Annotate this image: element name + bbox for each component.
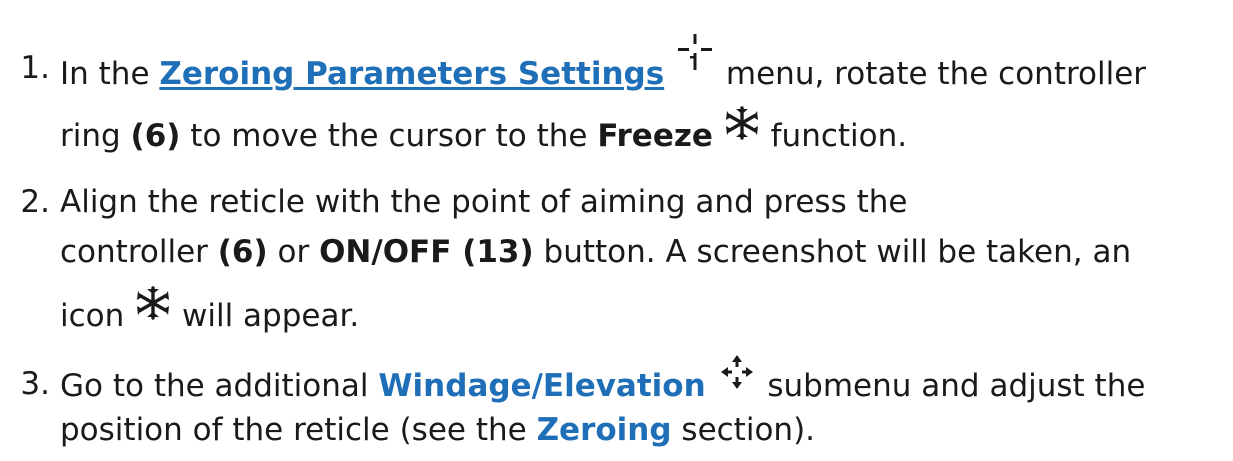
on-off-button-ref: ON/OFF (13)	[319, 234, 534, 270]
step-number: 3.	[20, 366, 50, 402]
windage-elevation-arrows-icon	[720, 355, 754, 396]
windage-elevation-link[interactable]: Windage/Elevation	[378, 368, 705, 404]
controller-ref: (6)	[217, 234, 268, 270]
zeroing-section-link[interactable]: Zeroing	[537, 412, 672, 448]
freeze-label: Freeze	[597, 118, 713, 154]
step-number: 1.	[20, 50, 50, 86]
step-text: Go to the additional	[60, 368, 379, 404]
step-3-line-2: position of the reticle (see the Zeroing…	[60, 412, 815, 448]
step-1-line-2: ring (6) to move the cursor to the Freez…	[60, 106, 908, 154]
step-text: ring	[60, 118, 131, 154]
step-text: In the	[60, 56, 160, 92]
step-text: will appear.	[172, 298, 360, 334]
zeroing-reticle-icon	[678, 34, 713, 80]
step-1-line-1: In the Zeroing Parameters Settings menu,…	[60, 34, 1147, 92]
step-2-line-1: Align the reticle with the point of aimi…	[60, 184, 907, 220]
step-3-line-1: Go to the additional Windage/Elevation s…	[60, 355, 1146, 404]
controller-ring-ref: (6)	[130, 118, 181, 154]
step-text: controller	[60, 234, 218, 270]
step-text: menu, rotate the controller	[716, 56, 1147, 92]
step-number: 2.	[20, 184, 50, 220]
step-text: button. A screenshot will be taken, an	[533, 234, 1132, 270]
step-2-line-2: controller (6) or ON/OFF (13) button. A …	[60, 234, 1131, 270]
step-2-line-3: icon will appear.	[60, 286, 360, 334]
step-text: Align the reticle with the point of aimi…	[60, 184, 908, 220]
step-text: function.	[760, 118, 908, 154]
freeze-snowflake-icon	[725, 106, 759, 146]
step-text: icon	[60, 298, 125, 334]
zeroing-parameters-settings-link[interactable]: Zeroing Parameters Settings	[159, 56, 664, 92]
step-text: submenu and adjust the	[757, 368, 1146, 404]
step-text: section).	[671, 412, 816, 448]
freeze-snowflake-icon	[136, 286, 170, 326]
step-text: to move the cursor to the	[180, 118, 598, 154]
step-text: position of the reticle (see the	[60, 412, 537, 448]
step-text: or	[267, 234, 320, 270]
